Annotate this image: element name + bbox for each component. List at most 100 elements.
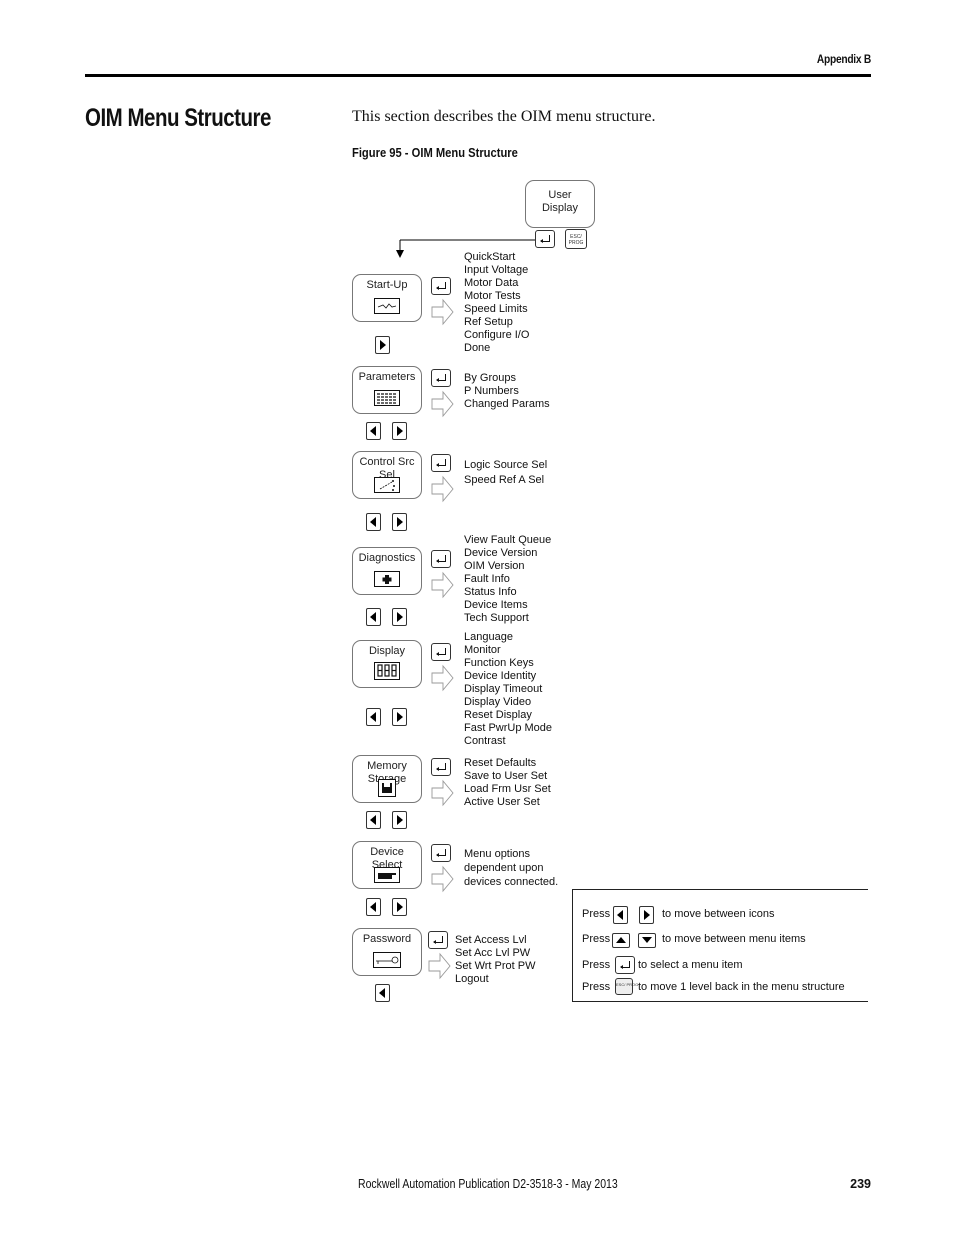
menu-item: Changed Params: [464, 398, 550, 410]
hollow-right-arrow-icon: [431, 390, 454, 418]
enter-key-icon: [431, 454, 451, 472]
right-arrow-key-icon: [639, 906, 654, 924]
menu-item: devices connected.: [464, 876, 559, 888]
menu-item: QuickStart: [464, 251, 516, 263]
waveform-icon: [374, 298, 400, 314]
right-arrow-key-icon: [392, 811, 407, 829]
right-arrow-key-icon: [392, 608, 407, 626]
menu-box-7: Password: [352, 928, 422, 976]
menu-item: Load Frm Usr Set: [464, 783, 551, 795]
menu-box-label: Parameters: [358, 371, 416, 383]
legend-press: Press: [582, 933, 611, 945]
menu-item: Menu options: [464, 848, 531, 860]
intro-text: This section describes the OIM menu stru…: [352, 108, 656, 125]
right-arrow-key-icon: [392, 513, 407, 531]
menu-box-5: Memory Storage: [352, 755, 422, 803]
menu-item: Speed Limits: [464, 303, 528, 315]
footer-publication: Rockwell Automation Publication D2-3518-…: [358, 1177, 618, 1191]
right-arrow-key-icon: [392, 708, 407, 726]
menu-item: Active User Set: [464, 796, 540, 808]
menu-item: Logout: [455, 973, 489, 985]
hollow-right-arrow-icon: [431, 571, 454, 599]
hollow-right-arrow-icon: [428, 952, 451, 980]
esc-prog-key-icon: ESC/ PROG: [615, 978, 638, 995]
hollow-right-arrow-icon: [431, 865, 454, 893]
parameter-list-icon: [374, 390, 400, 406]
menu-item: OIM Version: [464, 560, 525, 572]
menu-items-list: Language Monitor Function Keys Device Ident…: [464, 631, 552, 748]
left-arrow-key-icon: [366, 422, 381, 440]
hollow-right-arrow-icon: [431, 779, 454, 807]
menu-box-label: Control Src: [359, 456, 415, 468]
menu-items-list: Set Access Lvl Set Acc Lvl PW Set Wrt Prot…: [455, 934, 535, 986]
menu-item: Contrast: [464, 735, 506, 747]
floppy-disk-icon: [378, 779, 396, 797]
menu-box-3: Diagnostics: [352, 547, 422, 595]
esc-prog-key-icon: ESC/ PROG: [565, 229, 587, 249]
legend-row: Press ESC/ PROG to move 1 level back in …: [582, 978, 845, 995]
legend-row: Press to move between icons: [582, 906, 775, 924]
legend-row: Press to select a menu item: [582, 956, 743, 974]
enter-key-icon: [431, 277, 451, 295]
menu-box-1: Parameters: [352, 366, 422, 414]
menu-item: Function Keys: [464, 657, 534, 669]
legend-text: to move between icons: [662, 908, 775, 920]
left-arrow-key-icon: [366, 608, 381, 626]
menu-item: View Fault Queue: [464, 534, 552, 546]
left-arrow-key-icon: [366, 708, 381, 726]
menu-box-0: Start-Up: [352, 274, 422, 322]
menu-item: Monitor: [464, 644, 501, 656]
menu-box-label: Memory: [367, 760, 407, 772]
menu-box-4: Display: [352, 640, 422, 688]
menu-box-label: Display: [541, 202, 579, 214]
menu-item: Save to User Set: [464, 770, 548, 782]
legend-row: Press to move between menu items: [582, 933, 806, 948]
enter-key-icon: [428, 931, 448, 949]
left-arrow-key-icon: [613, 906, 628, 924]
menu-items-list: QuickStart Input Voltage Motor Data Motor T…: [464, 251, 529, 355]
menu-items-list: Menu options dependent upon devices connec…: [464, 847, 558, 889]
menu-box-6: Device Select: [352, 841, 422, 889]
menu-box-label: Sel: [379, 469, 395, 481]
hollow-right-arrow-icon: [431, 664, 454, 692]
connector-arrow: [396, 239, 535, 258]
hollow-right-arrow-icon: [431, 298, 454, 326]
enter-key-icon: [431, 369, 451, 387]
menu-item: Fast PwrUp Mode: [464, 722, 553, 734]
menu-box-label: Start-Up: [366, 279, 408, 291]
appendix-label: Appendix B: [816, 52, 871, 66]
menu-item: Device Items: [464, 599, 528, 611]
key-icon: [373, 952, 401, 968]
key-legend: Press to move between icons Press to mov…: [572, 889, 868, 1002]
legend-press: Press: [582, 959, 611, 971]
menu-item: Motor Data: [464, 277, 519, 289]
enter-key-icon: [431, 643, 451, 661]
menu-item: Device Version: [464, 547, 538, 559]
menu-item: Set Wrt Prot PW: [455, 960, 536, 972]
menu-box-label: Select: [371, 859, 403, 871]
page-number: 239: [850, 1177, 871, 1191]
menu-items-list: By Groups P Numbers Changed Params: [464, 372, 550, 411]
menu-box-label: Storage: [367, 773, 407, 785]
right-arrow-key-icon: [392, 898, 407, 916]
menu-items-list: Reset Defaults Save to User Set Load Frm U…: [464, 757, 551, 809]
figure-caption: Figure 95 - OIM Menu Structure: [352, 145, 518, 160]
legend-text: to move 1 level back in the menu structu…: [638, 981, 845, 993]
menu-box-label: Device: [370, 846, 404, 858]
menu-item: Reset Defaults: [464, 757, 537, 769]
hollow-right-arrow-icon: [431, 475, 454, 503]
oim-menu-diagram: User Display ESC/ PROG Start-Up QuickStar…: [0, 0, 954, 1235]
menu-items-list: View Fault Queue Device Version OIM Versio…: [464, 534, 551, 625]
menu-item: By Groups: [464, 372, 516, 384]
enter-key-icon: [431, 550, 451, 568]
menu-item: Fault Info: [464, 573, 510, 585]
device-plug-icon: [374, 867, 400, 883]
menu-box-label: Display: [368, 645, 406, 657]
menu-item: P Numbers: [464, 385, 519, 397]
control-source-icon: [374, 477, 400, 493]
menu-item: Logic Source Sel: [464, 459, 548, 471]
header-rule: [85, 74, 871, 77]
menu-item: Input Voltage: [464, 264, 529, 276]
enter-key-icon: [431, 844, 451, 862]
menu-item: Reset Display: [464, 709, 532, 721]
